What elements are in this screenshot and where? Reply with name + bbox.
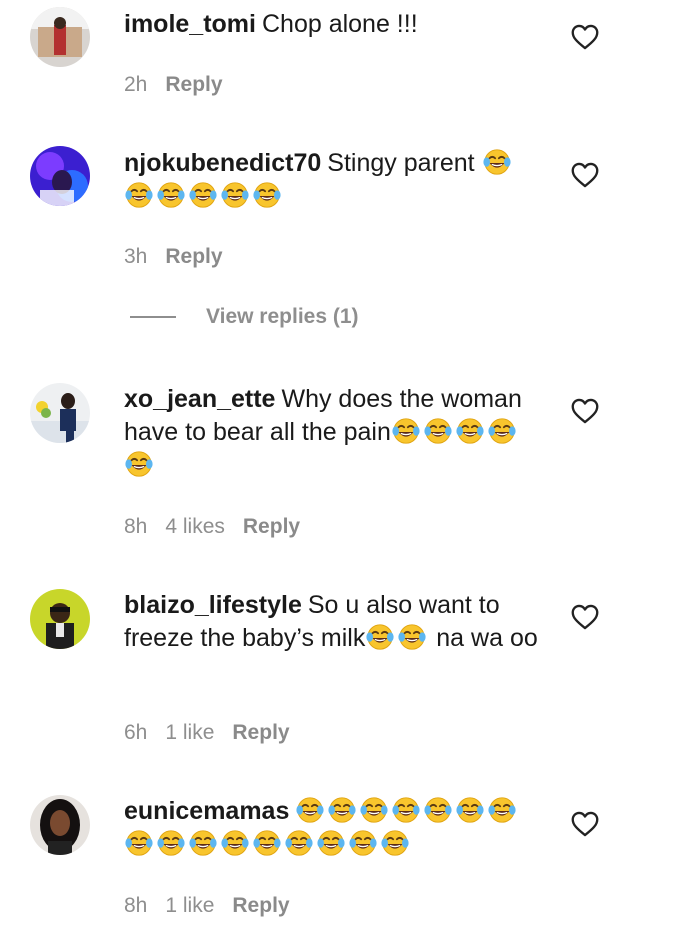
heart-icon[interactable] <box>571 604 599 630</box>
comment-body-end: na wa oo <box>436 624 538 652</box>
laughing-emoji-icon <box>252 828 282 858</box>
comment-meta: 8h 1 like Reply <box>124 894 308 918</box>
laughing-emoji-icon <box>359 795 389 825</box>
divider-line <box>130 316 176 319</box>
username[interactable]: imole_tomi <box>124 10 256 38</box>
heart-icon[interactable] <box>571 811 599 837</box>
laughing-emoji-icon <box>423 795 453 825</box>
reply-button[interactable]: Reply <box>243 515 300 538</box>
laughing-emoji-icon <box>295 795 325 825</box>
laughing-emoji-icon <box>380 828 410 858</box>
laughing-emoji-icon <box>284 828 314 858</box>
reply-button[interactable]: Reply <box>232 721 289 744</box>
laughing-emoji-icon <box>156 828 186 858</box>
laughing-emoji-icon <box>188 180 218 210</box>
laughing-emoji-icon <box>423 416 453 446</box>
comment-text: blaizo_lifestyle So u also want to freeze… <box>124 589 544 655</box>
emoji-group <box>295 797 519 825</box>
laughing-emoji-icon <box>220 828 250 858</box>
reply-button[interactable]: Reply <box>165 73 222 96</box>
username[interactable]: njokubenedict70 <box>124 149 321 177</box>
laughing-emoji-icon <box>482 147 512 177</box>
comment-meta: 8h 4 likes Reply <box>124 515 318 539</box>
laughing-emoji-icon <box>316 828 346 858</box>
username[interactable]: xo_jean_ette <box>124 385 275 413</box>
view-replies-label: View replies (1) <box>206 305 359 328</box>
emoji-group <box>124 182 284 210</box>
laughing-emoji-icon <box>124 180 154 210</box>
heart-icon[interactable] <box>571 162 599 188</box>
laughing-emoji-icon <box>124 449 154 479</box>
laughing-emoji-icon <box>455 416 485 446</box>
avatar[interactable] <box>30 7 90 67</box>
like-count[interactable]: 1 like <box>165 894 214 917</box>
timestamp: 3h <box>124 245 148 268</box>
comment-body: Stingy parent <box>327 149 475 177</box>
comment-text: njokubenedict70 Stingy parent <box>124 147 544 213</box>
laughing-emoji-icon <box>124 828 154 858</box>
emoji-group <box>124 451 156 479</box>
laughing-emoji-icon <box>487 795 517 825</box>
laughing-emoji-icon <box>327 795 357 825</box>
comment-meta: 3h Reply <box>124 245 241 269</box>
laughing-emoji-icon <box>397 622 427 652</box>
comment-body: Chop alone !!! <box>261 10 418 38</box>
timestamp: 2h <box>124 73 148 96</box>
heart-icon[interactable] <box>571 24 599 50</box>
laughing-emoji-icon <box>220 180 250 210</box>
comment-text: eunicemamas <box>124 795 544 861</box>
emoji-group <box>124 830 412 858</box>
laughing-emoji-icon <box>487 416 517 446</box>
timestamp: 8h <box>124 515 148 538</box>
laughing-emoji-icon <box>156 180 186 210</box>
username[interactable]: eunicemamas <box>124 797 289 825</box>
laughing-emoji-icon <box>348 828 378 858</box>
username[interactable]: blaizo_lifestyle <box>124 591 302 619</box>
view-replies-button[interactable]: View replies (1) <box>130 305 359 329</box>
laughing-emoji-icon <box>391 416 421 446</box>
reply-button[interactable]: Reply <box>232 894 289 917</box>
comment-meta: 6h 1 like Reply <box>124 721 308 745</box>
timestamp: 8h <box>124 894 148 917</box>
comment-text: xo_jean_ette Why does the woman have to b… <box>124 383 544 482</box>
timestamp: 6h <box>124 721 148 744</box>
comment-meta: 2h Reply <box>124 73 241 97</box>
heart-icon[interactable] <box>571 398 599 424</box>
emoji-group <box>391 418 519 446</box>
comment-text: imole_tomi Chop alone !!! <box>124 8 544 41</box>
emoji-group <box>365 624 429 652</box>
avatar[interactable] <box>30 795 90 855</box>
laughing-emoji-icon <box>188 828 218 858</box>
emoji-group <box>482 149 514 177</box>
laughing-emoji-icon <box>365 622 395 652</box>
laughing-emoji-icon <box>252 180 282 210</box>
avatar[interactable] <box>30 383 90 443</box>
laughing-emoji-icon <box>455 795 485 825</box>
avatar[interactable] <box>30 146 90 206</box>
reply-button[interactable]: Reply <box>165 245 222 268</box>
like-count[interactable]: 1 like <box>165 721 214 744</box>
like-count[interactable]: 4 likes <box>165 515 225 538</box>
avatar[interactable] <box>30 589 90 649</box>
laughing-emoji-icon <box>391 795 421 825</box>
